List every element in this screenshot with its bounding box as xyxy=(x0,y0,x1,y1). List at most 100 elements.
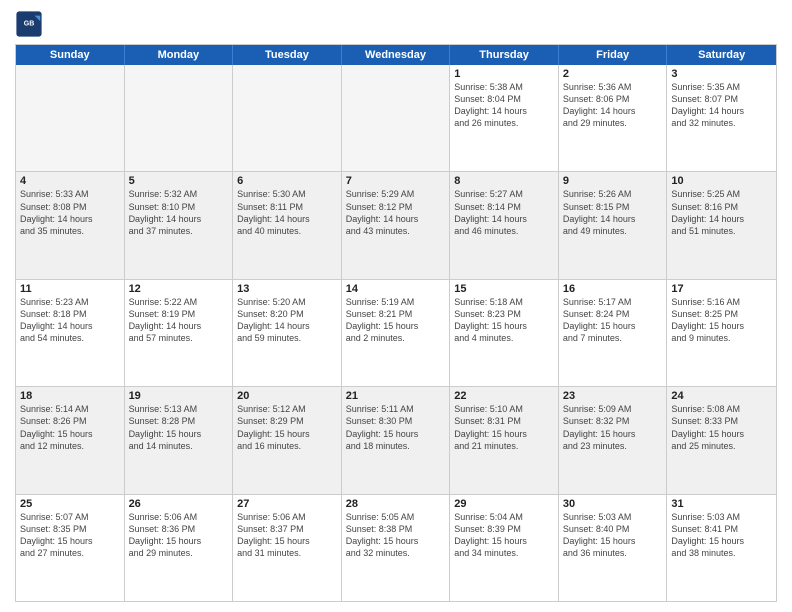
day-cell-1: 1Sunrise: 5:38 AM Sunset: 8:04 PM Daylig… xyxy=(450,65,559,171)
day-number: 2 xyxy=(563,68,663,80)
day-cell-15: 15Sunrise: 5:18 AM Sunset: 8:23 PM Dayli… xyxy=(450,280,559,386)
day-cell-9: 9Sunrise: 5:26 AM Sunset: 8:15 PM Daylig… xyxy=(559,172,668,278)
day-cell-26: 26Sunrise: 5:06 AM Sunset: 8:36 PM Dayli… xyxy=(125,495,234,601)
day-number: 22 xyxy=(454,390,554,402)
day-number: 4 xyxy=(20,175,120,187)
day-number: 18 xyxy=(20,390,120,402)
day-number: 21 xyxy=(346,390,446,402)
day-number: 9 xyxy=(563,175,663,187)
cell-info: Sunrise: 5:13 AM Sunset: 8:28 PM Dayligh… xyxy=(129,403,229,452)
day-header-wednesday: Wednesday xyxy=(342,45,451,65)
cell-info: Sunrise: 5:27 AM Sunset: 8:14 PM Dayligh… xyxy=(454,188,554,237)
day-number: 5 xyxy=(129,175,229,187)
cell-info: Sunrise: 5:10 AM Sunset: 8:31 PM Dayligh… xyxy=(454,403,554,452)
logo-icon: GB xyxy=(15,10,43,38)
calendar-row-2: 4Sunrise: 5:33 AM Sunset: 8:08 PM Daylig… xyxy=(16,171,776,278)
day-number: 1 xyxy=(454,68,554,80)
calendar: SundayMondayTuesdayWednesdayThursdayFrid… xyxy=(15,44,777,602)
day-header-saturday: Saturday xyxy=(667,45,776,65)
day-number: 31 xyxy=(671,498,772,510)
cell-info: Sunrise: 5:33 AM Sunset: 8:08 PM Dayligh… xyxy=(20,188,120,237)
empty-cell xyxy=(233,65,342,171)
cell-info: Sunrise: 5:05 AM Sunset: 8:38 PM Dayligh… xyxy=(346,511,446,560)
day-number: 20 xyxy=(237,390,337,402)
day-cell-11: 11Sunrise: 5:23 AM Sunset: 8:18 PM Dayli… xyxy=(16,280,125,386)
cell-info: Sunrise: 5:18 AM Sunset: 8:23 PM Dayligh… xyxy=(454,296,554,345)
cell-info: Sunrise: 5:25 AM Sunset: 8:16 PM Dayligh… xyxy=(671,188,772,237)
cell-info: Sunrise: 5:06 AM Sunset: 8:36 PM Dayligh… xyxy=(129,511,229,560)
day-number: 24 xyxy=(671,390,772,402)
day-cell-5: 5Sunrise: 5:32 AM Sunset: 8:10 PM Daylig… xyxy=(125,172,234,278)
day-cell-3: 3Sunrise: 5:35 AM Sunset: 8:07 PM Daylig… xyxy=(667,65,776,171)
day-number: 7 xyxy=(346,175,446,187)
calendar-header: SundayMondayTuesdayWednesdayThursdayFrid… xyxy=(16,45,776,65)
cell-info: Sunrise: 5:35 AM Sunset: 8:07 PM Dayligh… xyxy=(671,81,772,130)
day-cell-16: 16Sunrise: 5:17 AM Sunset: 8:24 PM Dayli… xyxy=(559,280,668,386)
day-cell-20: 20Sunrise: 5:12 AM Sunset: 8:29 PM Dayli… xyxy=(233,387,342,493)
cell-info: Sunrise: 5:36 AM Sunset: 8:06 PM Dayligh… xyxy=(563,81,663,130)
calendar-body: 1Sunrise: 5:38 AM Sunset: 8:04 PM Daylig… xyxy=(16,65,776,601)
day-number: 3 xyxy=(671,68,772,80)
empty-cell xyxy=(125,65,234,171)
calendar-row-4: 18Sunrise: 5:14 AM Sunset: 8:26 PM Dayli… xyxy=(16,386,776,493)
day-number: 6 xyxy=(237,175,337,187)
day-cell-30: 30Sunrise: 5:03 AM Sunset: 8:40 PM Dayli… xyxy=(559,495,668,601)
cell-info: Sunrise: 5:29 AM Sunset: 8:12 PM Dayligh… xyxy=(346,188,446,237)
header: GB xyxy=(15,10,777,38)
day-number: 27 xyxy=(237,498,337,510)
cell-info: Sunrise: 5:17 AM Sunset: 8:24 PM Dayligh… xyxy=(563,296,663,345)
empty-cell xyxy=(16,65,125,171)
day-cell-10: 10Sunrise: 5:25 AM Sunset: 8:16 PM Dayli… xyxy=(667,172,776,278)
cell-info: Sunrise: 5:04 AM Sunset: 8:39 PM Dayligh… xyxy=(454,511,554,560)
day-header-sunday: Sunday xyxy=(16,45,125,65)
day-cell-23: 23Sunrise: 5:09 AM Sunset: 8:32 PM Dayli… xyxy=(559,387,668,493)
day-number: 11 xyxy=(20,283,120,295)
day-header-thursday: Thursday xyxy=(450,45,559,65)
day-header-friday: Friday xyxy=(559,45,668,65)
cell-info: Sunrise: 5:03 AM Sunset: 8:40 PM Dayligh… xyxy=(563,511,663,560)
cell-info: Sunrise: 5:20 AM Sunset: 8:20 PM Dayligh… xyxy=(237,296,337,345)
cell-info: Sunrise: 5:07 AM Sunset: 8:35 PM Dayligh… xyxy=(20,511,120,560)
empty-cell xyxy=(342,65,451,171)
cell-info: Sunrise: 5:19 AM Sunset: 8:21 PM Dayligh… xyxy=(346,296,446,345)
cell-info: Sunrise: 5:03 AM Sunset: 8:41 PM Dayligh… xyxy=(671,511,772,560)
day-cell-31: 31Sunrise: 5:03 AM Sunset: 8:41 PM Dayli… xyxy=(667,495,776,601)
day-header-tuesday: Tuesday xyxy=(233,45,342,65)
day-number: 30 xyxy=(563,498,663,510)
day-header-monday: Monday xyxy=(125,45,234,65)
day-cell-24: 24Sunrise: 5:08 AM Sunset: 8:33 PM Dayli… xyxy=(667,387,776,493)
day-cell-13: 13Sunrise: 5:20 AM Sunset: 8:20 PM Dayli… xyxy=(233,280,342,386)
day-cell-19: 19Sunrise: 5:13 AM Sunset: 8:28 PM Dayli… xyxy=(125,387,234,493)
cell-info: Sunrise: 5:09 AM Sunset: 8:32 PM Dayligh… xyxy=(563,403,663,452)
calendar-row-3: 11Sunrise: 5:23 AM Sunset: 8:18 PM Dayli… xyxy=(16,279,776,386)
day-number: 29 xyxy=(454,498,554,510)
page: GB SundayMondayTuesdayWednesdayThursdayF… xyxy=(0,0,792,612)
day-number: 25 xyxy=(20,498,120,510)
day-cell-25: 25Sunrise: 5:07 AM Sunset: 8:35 PM Dayli… xyxy=(16,495,125,601)
day-cell-17: 17Sunrise: 5:16 AM Sunset: 8:25 PM Dayli… xyxy=(667,280,776,386)
day-number: 13 xyxy=(237,283,337,295)
cell-info: Sunrise: 5:30 AM Sunset: 8:11 PM Dayligh… xyxy=(237,188,337,237)
day-number: 14 xyxy=(346,283,446,295)
day-number: 16 xyxy=(563,283,663,295)
day-cell-21: 21Sunrise: 5:11 AM Sunset: 8:30 PM Dayli… xyxy=(342,387,451,493)
day-number: 23 xyxy=(563,390,663,402)
day-number: 17 xyxy=(671,283,772,295)
svg-text:GB: GB xyxy=(24,20,35,27)
calendar-row-1: 1Sunrise: 5:38 AM Sunset: 8:04 PM Daylig… xyxy=(16,65,776,171)
day-cell-18: 18Sunrise: 5:14 AM Sunset: 8:26 PM Dayli… xyxy=(16,387,125,493)
cell-info: Sunrise: 5:06 AM Sunset: 8:37 PM Dayligh… xyxy=(237,511,337,560)
cell-info: Sunrise: 5:32 AM Sunset: 8:10 PM Dayligh… xyxy=(129,188,229,237)
cell-info: Sunrise: 5:08 AM Sunset: 8:33 PM Dayligh… xyxy=(671,403,772,452)
day-cell-29: 29Sunrise: 5:04 AM Sunset: 8:39 PM Dayli… xyxy=(450,495,559,601)
day-cell-2: 2Sunrise: 5:36 AM Sunset: 8:06 PM Daylig… xyxy=(559,65,668,171)
day-cell-7: 7Sunrise: 5:29 AM Sunset: 8:12 PM Daylig… xyxy=(342,172,451,278)
cell-info: Sunrise: 5:12 AM Sunset: 8:29 PM Dayligh… xyxy=(237,403,337,452)
cell-info: Sunrise: 5:14 AM Sunset: 8:26 PM Dayligh… xyxy=(20,403,120,452)
day-cell-27: 27Sunrise: 5:06 AM Sunset: 8:37 PM Dayli… xyxy=(233,495,342,601)
cell-info: Sunrise: 5:23 AM Sunset: 8:18 PM Dayligh… xyxy=(20,296,120,345)
calendar-row-5: 25Sunrise: 5:07 AM Sunset: 8:35 PM Dayli… xyxy=(16,494,776,601)
day-number: 10 xyxy=(671,175,772,187)
cell-info: Sunrise: 5:22 AM Sunset: 8:19 PM Dayligh… xyxy=(129,296,229,345)
day-number: 12 xyxy=(129,283,229,295)
